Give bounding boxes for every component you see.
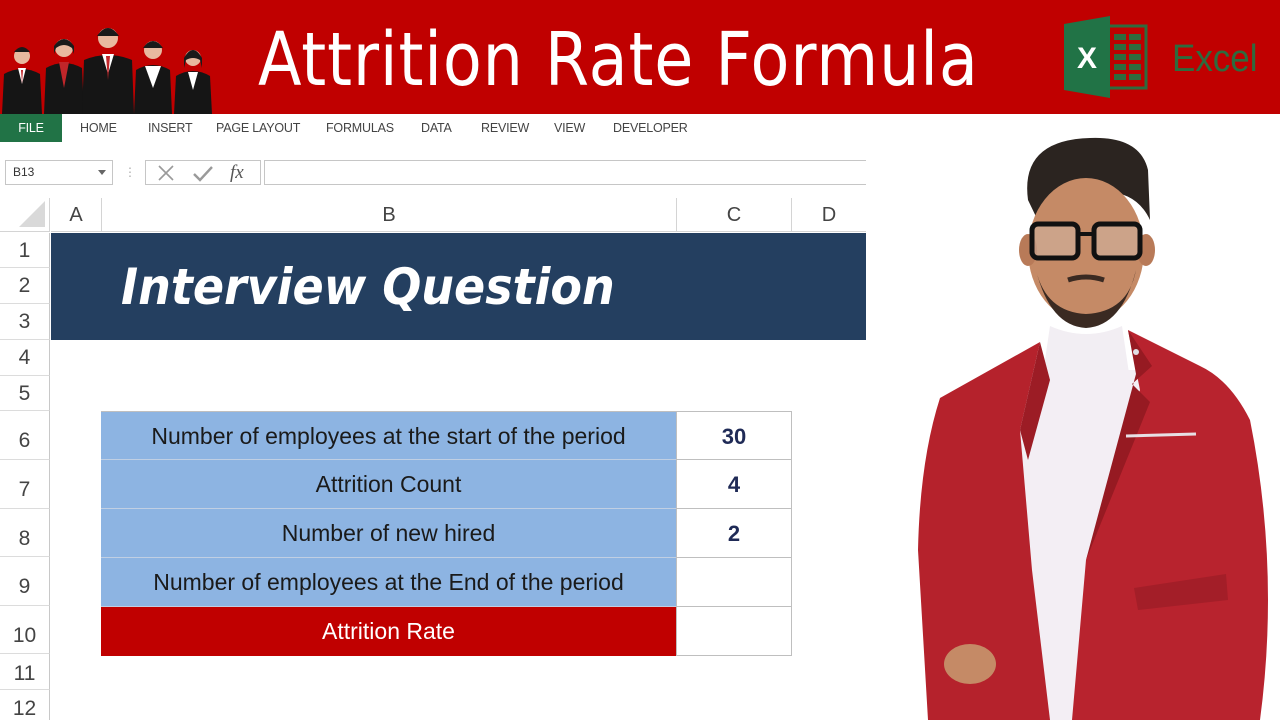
title-banner: Attrition Rate Formula X Excel (0, 0, 1280, 114)
select-all-button[interactable] (0, 198, 50, 232)
row-header-2[interactable]: 2 (0, 268, 50, 304)
table-row: Number of employees at the End of the pe… (101, 558, 792, 607)
excel-logo-letter: X (1077, 42, 1097, 75)
tab-home[interactable]: HOME (80, 114, 117, 142)
table-label-cell[interactable]: Number of employees at the start of the … (101, 411, 676, 460)
tab-formulas[interactable]: FORMULAS (326, 114, 394, 142)
cross-icon[interactable] (156, 164, 176, 182)
presenter-photo (918, 137, 1268, 720)
table-row-highlight: Attrition Rate (101, 607, 792, 656)
row-header-10[interactable]: 10 (0, 606, 50, 654)
table-label-cell[interactable]: Number of new hired (101, 509, 676, 558)
row-header-11[interactable]: 11 (0, 654, 50, 690)
table-value-cell[interactable]: 2 (676, 509, 792, 558)
table-row: Attrition Count 4 (101, 460, 792, 509)
formula-buttons: fx (145, 160, 261, 185)
row-header-4[interactable]: 4 (0, 340, 50, 376)
row-header-8[interactable]: 8 (0, 509, 50, 557)
interview-question-banner[interactable]: Interview Question (51, 233, 866, 340)
column-header-c[interactable]: C (677, 198, 792, 232)
table-value-cell[interactable] (676, 558, 792, 607)
formula-input[interactable] (264, 160, 866, 185)
name-box-value: B13 (13, 165, 35, 179)
column-header-a[interactable]: A (51, 198, 102, 232)
row-header-3[interactable]: 3 (0, 304, 50, 340)
ribbon-tabs: FILE HOME INSERT PAGE LAYOUT FORMULAS DA… (0, 114, 866, 142)
excel-wordmark: Excel (1172, 38, 1258, 80)
row-header-9[interactable]: 9 (0, 557, 50, 606)
check-icon[interactable] (192, 164, 214, 182)
table-value-cell[interactable]: 30 (676, 411, 792, 460)
attrition-rate-label-cell[interactable]: Attrition Rate (101, 607, 676, 656)
tab-file[interactable]: FILE (0, 114, 62, 142)
row-header-1[interactable]: 1 (0, 233, 50, 268)
column-header-d[interactable]: D (792, 198, 866, 232)
tab-data[interactable]: DATA (421, 114, 452, 142)
interview-question-title: Interview Question (121, 258, 615, 316)
row-header-6[interactable]: 6 (0, 411, 50, 460)
drag-handle-icon[interactable]: ⋮ (124, 163, 136, 181)
tab-insert[interactable]: INSERT (148, 114, 193, 142)
tab-review[interactable]: REVIEW (481, 114, 529, 142)
tab-view[interactable]: VIEW (554, 114, 585, 142)
row-header-12[interactable]: 12 (0, 690, 50, 720)
tab-developer[interactable]: DEVELOPER (613, 114, 688, 142)
table-value-cell[interactable]: 4 (676, 460, 792, 509)
business-team-icon (2, 28, 212, 114)
spreadsheet-grid: A B C D 1 2 3 4 5 6 7 8 9 10 11 12 Inter… (0, 198, 866, 720)
name-box[interactable]: B13 (5, 160, 113, 185)
row-header-7[interactable]: 7 (0, 460, 50, 509)
formula-bar: B13 ⋮ fx (0, 154, 866, 192)
excel-logo-icon: X (1064, 16, 1148, 98)
banner-title: Attrition Rate Formula (258, 17, 979, 103)
table-row: Number of employees at the start of the … (101, 411, 792, 460)
chevron-down-icon[interactable] (98, 170, 106, 175)
attrition-rate-value-cell[interactable] (676, 607, 792, 656)
tab-page-layout[interactable]: PAGE LAYOUT (216, 114, 300, 142)
column-header-b[interactable]: B (102, 198, 677, 232)
table-row: Number of new hired 2 (101, 509, 792, 558)
select-all-triangle-icon (19, 201, 45, 227)
insert-function-icon[interactable]: fx (230, 161, 244, 185)
table-label-cell[interactable]: Attrition Count (101, 460, 676, 509)
row-header-5[interactable]: 5 (0, 376, 50, 411)
table-label-cell[interactable]: Number of employees at the End of the pe… (101, 558, 676, 607)
